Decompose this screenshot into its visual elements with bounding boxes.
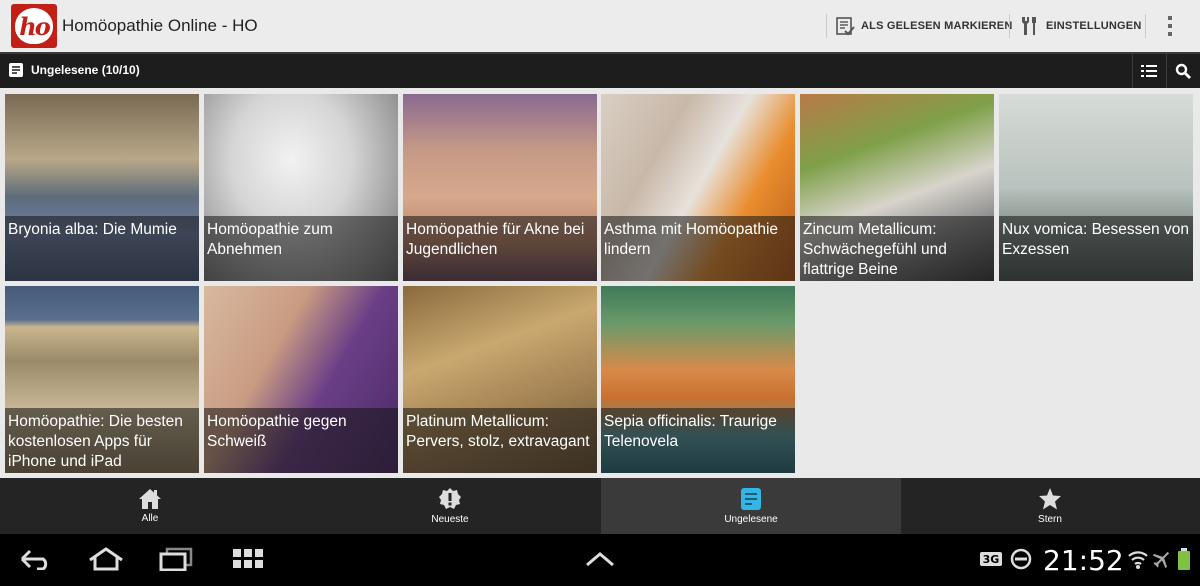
article-caption: Nux vomica: Besessen von Exzessen (999, 216, 1193, 281)
action-bar: ho Homöopathie Online - HO ALS GELESEN M… (0, 0, 1200, 52)
article-caption: Zincum Metallicum: Schwächegefühl und fl… (800, 216, 994, 281)
tab-label: Neueste (431, 514, 469, 525)
article-caption: Platinum Metallicum: Pervers, stolz, ext… (403, 408, 597, 473)
action-divider (826, 14, 827, 38)
logo-text: ho (15, 8, 53, 44)
app-title: Homöopathie Online - HO (62, 16, 258, 35)
home-button[interactable] (86, 544, 126, 574)
article-tile[interactable]: Bryonia alba: Die Mumie (5, 94, 199, 281)
airplane-icon (1152, 551, 1170, 569)
article-tile[interactable]: Nux vomica: Besessen von Exzessen (999, 94, 1193, 281)
article-tile[interactable]: Asthma mit Homöopathie lindern (601, 94, 795, 281)
document-icon (9, 63, 23, 77)
article-caption: Homöopathie für Akne bei Jugendlichen (403, 216, 597, 281)
wifi-indicator (1126, 544, 1150, 574)
article-tile[interactable]: Homöopathie zum Abnehmen (204, 94, 398, 281)
back-icon (20, 549, 48, 570)
article-caption: Homöopathie: Die besten kostenlosen Apps… (5, 408, 199, 473)
article-tile[interactable]: Platinum Metallicum: Pervers, stolz, ext… (403, 286, 597, 473)
tab-ungelesene[interactable]: Ungelesene (601, 478, 901, 534)
search-button[interactable] (1166, 54, 1198, 88)
article-caption: Asthma mit Homöopathie lindern (601, 216, 795, 281)
recent-apps-button[interactable] (158, 544, 194, 574)
checklist-icon (836, 17, 855, 36)
bottom-tab-bar: Alle Neueste Ungelesene Stern (0, 478, 1200, 534)
chevron-up-icon (586, 552, 614, 567)
article-tile[interactable]: Homöopathie: Die besten kostenlosen Apps… (5, 286, 199, 473)
article-tile[interactable]: Homöopathie für Akne bei Jugendlichen (403, 94, 597, 281)
airplane-indicator (1150, 544, 1174, 574)
home-outline-icon (89, 547, 123, 571)
tools-icon (1022, 17, 1036, 35)
mark-as-read-button[interactable]: ALS GELESEN MARKIEREN (835, 14, 1013, 38)
app-logo[interactable]: ho (11, 4, 57, 48)
tab-label: Alle (141, 513, 159, 524)
star-icon (1039, 488, 1061, 510)
tab-stern[interactable]: Stern (900, 478, 1200, 534)
article-tile[interactable]: Zincum Metallicum: Schwächegefühl und fl… (800, 94, 994, 281)
section-bar: Ungelesene (10/10) (0, 52, 1200, 88)
back-button[interactable] (18, 544, 54, 574)
tab-label: Stern (1038, 514, 1062, 525)
action-divider (1009, 14, 1010, 38)
section-title: Ungelesene (10/10) (31, 63, 140, 77)
list-icon (1140, 65, 1157, 77)
recent-apps-icon (159, 547, 193, 571)
article-caption: Bryonia alba: Die Mumie (5, 216, 199, 281)
app-grid-button[interactable] (232, 544, 264, 574)
tab-neueste[interactable]: Neueste (300, 478, 600, 534)
tab-label: Ungelesene (724, 514, 778, 525)
network-3g-icon: 3G (980, 552, 1002, 566)
settings-button[interactable]: EINSTELLUNGEN (1018, 14, 1142, 38)
article-caption: Homöopathie gegen Schweiß (204, 408, 398, 473)
mark-as-read-label: ALS GELESEN MARKIEREN (861, 20, 1013, 32)
article-tile[interactable]: Sepia officinalis: Traurige Telenovela (601, 286, 795, 473)
battery-icon (1178, 548, 1190, 570)
system-clock: 21:52 (1043, 544, 1124, 577)
article-caption: Sepia officinalis: Traurige Telenovela (601, 408, 795, 473)
do-not-disturb-indicator (1008, 544, 1034, 574)
svg-text:3G: 3G (983, 553, 1000, 566)
action-divider (1145, 14, 1146, 38)
grid-icon (233, 549, 263, 568)
alert-badge-icon (439, 488, 461, 509)
system-navigation-bar: 3G 21:52 (0, 534, 1200, 586)
overflow-menu-icon[interactable] (1160, 14, 1180, 38)
expand-button[interactable] (584, 544, 616, 574)
article-caption: Homöopathie zum Abnehmen (204, 216, 398, 281)
tab-alle[interactable]: Alle (0, 478, 300, 534)
wifi-icon (1128, 551, 1148, 569)
3g-indicator: 3G (978, 544, 1004, 574)
battery-indicator (1175, 544, 1193, 574)
search-icon (1175, 63, 1191, 79)
settings-label: EINSTELLUNGEN (1046, 20, 1142, 32)
home-icon (139, 489, 161, 509)
article-tile[interactable]: Homöopathie gegen Schweiß (204, 286, 398, 473)
list-view-button[interactable] (1132, 54, 1164, 88)
minus-circle-icon (1010, 548, 1032, 570)
document-icon (741, 488, 761, 510)
